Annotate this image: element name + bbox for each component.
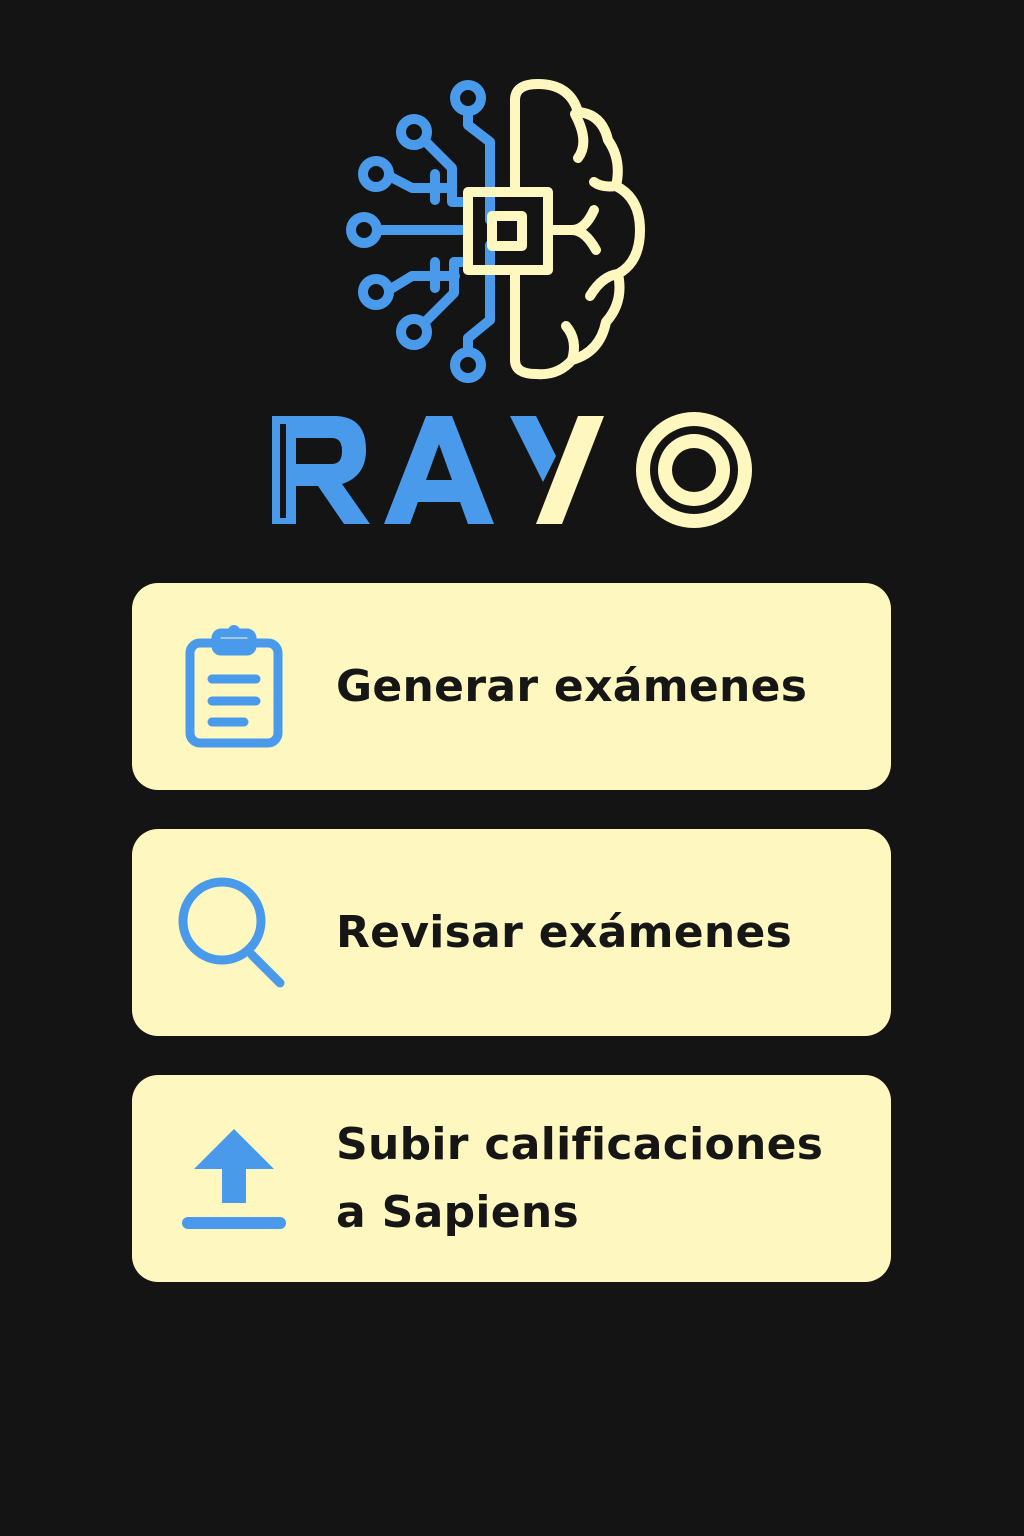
generate-exams-label-line: Generar exámenes	[336, 660, 808, 712]
title-letter-o-text: O	[262, 408, 263, 409]
upload-grades-label: Subir calificaciones a Sapiens	[336, 1111, 823, 1247]
title-letter-r: R	[262, 408, 370, 524]
upload-grades-button[interactable]: Subir calificaciones a Sapiens	[132, 1075, 891, 1282]
upload-grades-label-line-2: a Sapiens	[336, 1186, 580, 1238]
generate-exams-label: Generar exámenes	[336, 653, 807, 721]
title-letter-r-text: R	[262, 408, 263, 409]
app-title: R A Y O	[262, 408, 762, 532]
review-exams-button[interactable]: Revisar exámenes	[132, 829, 891, 1036]
title-letter-y-text: Y	[262, 408, 263, 409]
app-logo	[340, 70, 684, 390]
upload-icon	[132, 1075, 336, 1282]
brain-circuit-icon	[346, 79, 645, 383]
upload-grades-label-line-1: Subir calificaciones	[336, 1118, 824, 1170]
review-exams-label-line: Revisar exámenes	[336, 906, 793, 958]
clipboard-icon	[132, 583, 336, 790]
generate-exams-button[interactable]: Generar exámenes	[132, 583, 891, 790]
search-icon	[132, 829, 336, 1036]
main-menu: Generar exámenes Revisar exámenes Subir …	[132, 583, 891, 1321]
review-exams-label: Revisar exámenes	[336, 899, 792, 967]
title-letter-a-text: A	[262, 408, 263, 409]
